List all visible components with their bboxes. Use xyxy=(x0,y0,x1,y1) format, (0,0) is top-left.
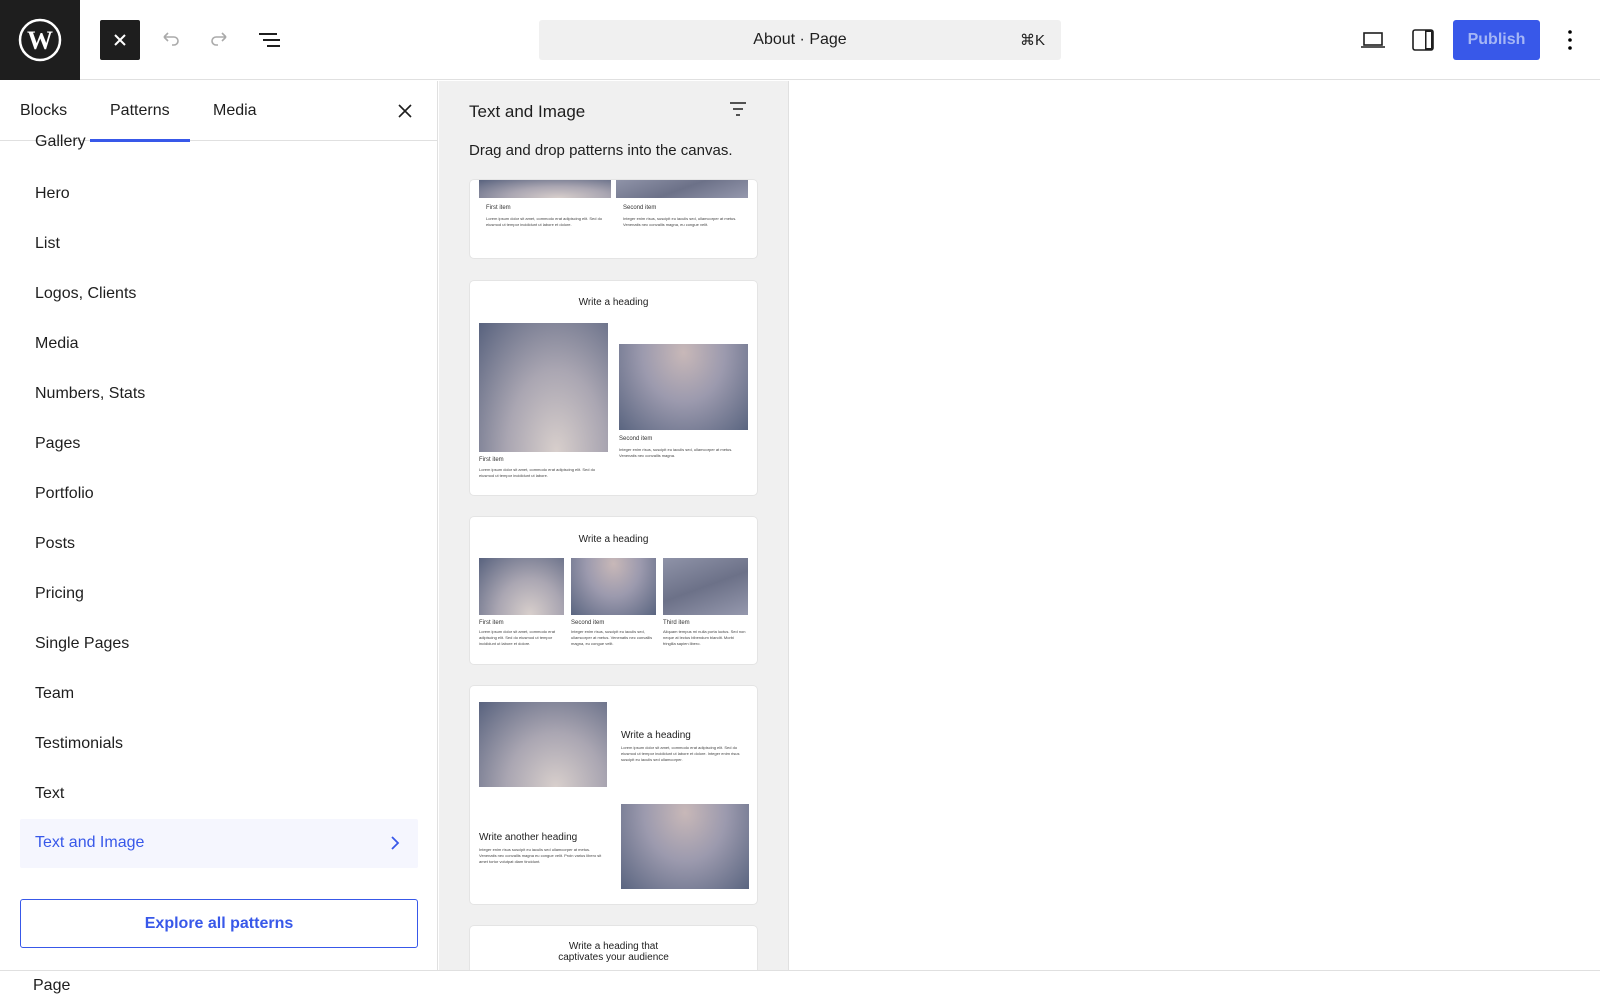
item-text: Lorem ipsum dolor sit amet, commodo erat… xyxy=(479,629,556,646)
breadcrumb[interactable]: Page xyxy=(33,977,70,995)
item-title: First item xyxy=(486,205,511,211)
item-title: First item xyxy=(479,620,504,626)
category-label: Text and Image xyxy=(35,834,145,851)
svg-text:W: W xyxy=(27,26,53,55)
status-bar: Page xyxy=(0,970,1600,1000)
pattern-heading: Write a heading xyxy=(578,297,649,308)
document-title: About · Page xyxy=(753,31,847,48)
pattern-image xyxy=(479,180,611,198)
pattern-heading: Write a heading xyxy=(621,730,691,741)
item-title: Second item xyxy=(619,436,653,442)
pattern-image xyxy=(479,702,607,787)
document-overview-button[interactable] xyxy=(250,20,290,60)
pattern-heading: Write a heading xyxy=(578,534,649,545)
undo-icon xyxy=(163,32,179,46)
filter-icon[interactable] xyxy=(728,100,748,118)
settings-sidebar-toggle[interactable] xyxy=(1403,20,1443,60)
pattern-image xyxy=(479,558,564,615)
category-hero[interactable]: Hero xyxy=(35,185,70,203)
pattern-text: Integer enim risus suscipit eu iaculis s… xyxy=(479,847,602,864)
item-text: Lorem ipsum dolor sit amet, commodo erat… xyxy=(479,467,596,478)
item-text: Lorem ipsum dolor sit amet, commodo erat… xyxy=(486,216,603,227)
pattern-text: Lorem ipsum dolor sit amet, commodo erat… xyxy=(621,745,740,762)
item-text: Aliquam tempus mi nulla porta luctus. Se… xyxy=(663,629,746,646)
publish-button[interactable]: Publish xyxy=(1453,20,1540,60)
command-palette-button[interactable]: About · Page ⌘K xyxy=(539,20,1061,60)
close-icon[interactable] xyxy=(393,99,417,123)
desktop-icon xyxy=(1361,32,1385,48)
more-vertical-icon xyxy=(1568,30,1572,50)
item-text: Integer enim risus, suscipit eu iaculis … xyxy=(623,216,737,227)
item-text: Integer enim risus, suscipit eu iaculis … xyxy=(571,629,653,646)
category-team[interactable]: Team xyxy=(35,685,74,703)
category-media[interactable]: Media xyxy=(35,335,79,353)
item-text: Integer enim risus, suscipit eu iaculis … xyxy=(619,447,733,458)
category-list[interactable]: List xyxy=(35,235,60,253)
wordpress-logo-icon: W xyxy=(18,18,62,62)
preview-device-button[interactable] xyxy=(1353,20,1393,60)
panel-description: Drag and drop patterns into the canvas. xyxy=(469,142,733,159)
item-title: Third item xyxy=(663,620,690,626)
category-gallery[interactable]: Gallery xyxy=(35,133,86,151)
pattern-image xyxy=(571,558,656,615)
options-menu-button[interactable] xyxy=(1550,20,1590,60)
category-single-pages[interactable]: Single Pages xyxy=(35,635,129,653)
wordpress-logo-button[interactable]: W xyxy=(0,0,80,80)
pattern-heading: Write a heading that captivates your aud… xyxy=(558,941,669,963)
category-posts[interactable]: Posts xyxy=(35,535,75,553)
category-pricing[interactable]: Pricing xyxy=(35,585,84,603)
inserter-tabs: Blocks Patterns Media xyxy=(0,81,437,142)
category-text-and-image[interactable]: Text and Image xyxy=(20,819,418,868)
list-view-icon xyxy=(259,33,280,47)
category-text[interactable]: Text xyxy=(35,785,64,803)
pattern-card[interactable]: Write a heading First item Lorem ipsum d… xyxy=(470,281,757,495)
pattern-image xyxy=(663,558,748,615)
pattern-card[interactable]: First item Lorem ipsum dolor sit amet, c… xyxy=(470,180,757,258)
category-logos-clients[interactable]: Logos, Clients xyxy=(35,285,136,303)
block-inserter-panel: Blocks Patterns Media Gallery Hero List … xyxy=(0,81,438,970)
close-icon xyxy=(114,34,126,46)
pattern-list-panel: Text and Image Drag and drop patterns in… xyxy=(439,81,789,970)
tab-patterns[interactable]: Patterns xyxy=(90,81,190,142)
chevron-right-icon xyxy=(391,836,400,850)
shortcut-hint: ⌘K xyxy=(1019,32,1045,49)
panel-title: Text and Image xyxy=(469,102,586,121)
redo-icon xyxy=(211,32,227,46)
explore-all-patterns-button[interactable]: Explore all patterns xyxy=(20,899,418,948)
pattern-card[interactable]: Write a heading First item Lorem ipsum d… xyxy=(470,517,757,664)
tab-blocks[interactable]: Blocks xyxy=(0,81,87,141)
category-testimonials[interactable]: Testimonials xyxy=(35,735,123,753)
category-numbers-stats[interactable]: Numbers, Stats xyxy=(35,385,145,403)
redo-button[interactable] xyxy=(200,20,240,60)
pattern-card[interactable]: Write a heading that captivates your aud… xyxy=(470,926,757,970)
pattern-image xyxy=(616,180,748,198)
pattern-image xyxy=(619,344,748,430)
item-title: First item xyxy=(479,457,504,463)
pattern-image xyxy=(479,323,608,452)
category-pages[interactable]: Pages xyxy=(35,435,80,453)
pattern-image xyxy=(621,804,749,889)
category-portfolio[interactable]: Portfolio xyxy=(35,485,94,503)
item-title: Second item xyxy=(623,205,657,211)
tab-media[interactable]: Media xyxy=(193,81,277,141)
undo-button[interactable] xyxy=(150,20,190,60)
top-toolbar: W About · Page ⌘K Publish xyxy=(0,0,1600,80)
pattern-card[interactable]: Write a heading Lorem ipsum dolor sit am… xyxy=(470,686,757,904)
sidebar-icon xyxy=(1412,29,1434,51)
close-inserter-button[interactable] xyxy=(100,20,140,60)
pattern-heading: Write another heading xyxy=(479,832,578,843)
item-title: Second item xyxy=(571,620,605,626)
